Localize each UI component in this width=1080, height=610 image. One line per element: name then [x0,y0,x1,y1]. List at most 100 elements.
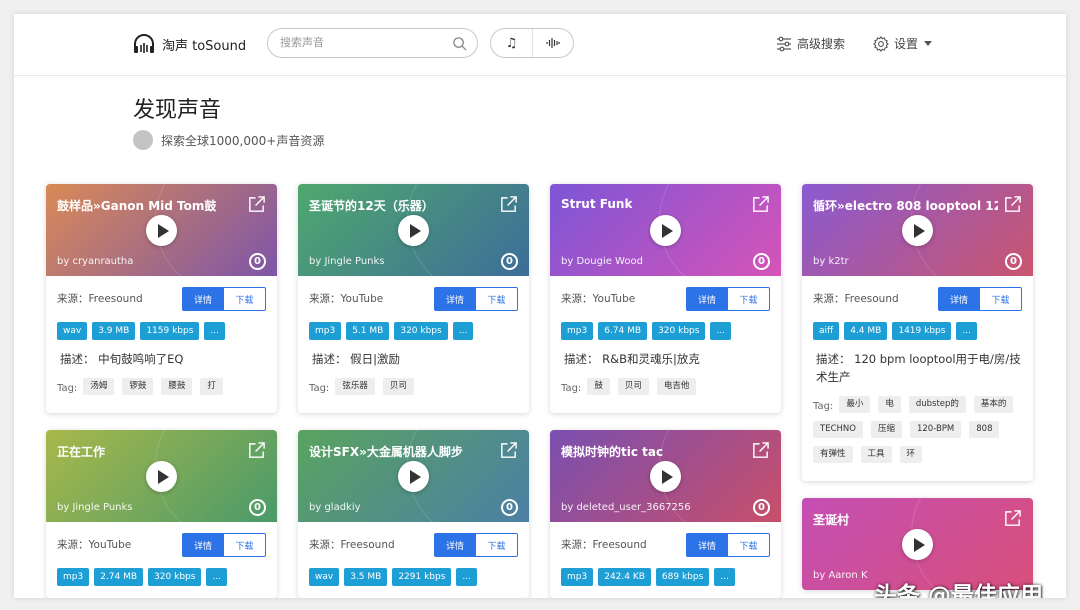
sound-card[interactable]: 正在工作 by Jingle Punks 0 来源：YouTube 详情 下载 mp3 2.7… [46,430,277,598]
card-author[interactable]: by k2tr [813,256,849,267]
sound-card[interactable]: 鼓样品»Ganon Mid Tom鼓 by cryanrautha 0 来源：Free… [46,184,277,413]
external-link-icon[interactable] [751,195,770,214]
card-author[interactable]: by Jingle Punks [57,502,133,513]
more-info-badge[interactable]: ... [956,322,978,340]
settings-menu[interactable]: 设置 [873,35,933,52]
card-author[interactable]: by Aaron K [813,570,868,581]
sound-card[interactable]: 圣诞节的12天（乐器） by Jingle Punks 0 来源：YouTube 详情下… [298,184,529,413]
sound-card[interactable]: 设计SFX»大金属机器人脚步 by gladkiy 0 来源：Freesound 详情下… [298,430,529,598]
tag-chip[interactable]: 808 [969,421,1000,438]
download-button[interactable]: 下载 [476,287,518,311]
play-button[interactable] [650,461,681,492]
more-info-badge[interactable]: ... [204,322,226,340]
external-link-icon[interactable] [499,195,518,214]
play-button[interactable] [146,215,177,246]
tag-chip[interactable]: TECHNO [813,421,863,438]
card-title[interactable]: 正在工作 [57,443,105,460]
detail-button[interactable]: 详情 [434,533,476,557]
card-author[interactable]: by cryanrautha [57,256,133,267]
detail-button[interactable]: 详情 [182,533,224,557]
card-meta-row: 来源：Freesound 详情 下载 [813,276,1022,318]
card-title[interactable]: Strut Funk [561,197,632,211]
source-text: 来源：Freesound [561,539,647,551]
more-info-badge[interactable]: ... [206,568,228,586]
download-button[interactable]: 下载 [728,287,770,311]
sound-card[interactable]: 循环»electro 808 looptool 120 by k2tr 0 来源：Fr… [802,184,1033,481]
tag-chip[interactable]: 工具 [860,446,892,463]
sound-mode-button[interactable] [531,29,573,57]
search-mode-toggle: ♫ [490,28,574,58]
play-button[interactable] [146,461,177,492]
card-title[interactable]: 圣诞节的12天（乐器） [309,197,434,214]
card-author[interactable]: by deleted_user_3667256 [561,502,691,513]
card-title[interactable]: 圣诞村 [813,511,849,528]
tag-chip[interactable]: 贝司 [617,378,649,395]
play-button[interactable] [902,215,933,246]
external-link-icon[interactable] [499,441,518,460]
tag-chip[interactable]: 120-BPM [909,421,962,438]
tag-chip[interactable]: 贝司 [382,378,414,395]
license-cc0-icon: 0 [249,253,266,270]
download-button[interactable]: 下载 [224,533,266,557]
search-input[interactable] [280,36,440,49]
sound-card[interactable]: Strut Funk by Dougie Wood 0 来源：YouTube 详情 下载 m… [550,184,781,413]
tag-chip[interactable]: 打 [200,378,223,395]
card-author[interactable]: by Dougie Wood [561,256,643,267]
external-link-icon[interactable] [247,441,266,460]
music-mode-button[interactable]: ♫ [491,29,532,57]
tag-chip[interactable]: 鼓 [587,378,610,395]
card-author[interactable]: by Jingle Punks [309,256,385,267]
card-banner: 设计SFX»大金属机器人脚步 by gladkiy 0 [298,430,529,522]
play-button[interactable] [398,461,429,492]
waveform-icon [546,38,560,48]
tag-chip[interactable]: 弦乐器 [335,378,375,395]
external-link-icon[interactable] [1003,195,1022,214]
download-button[interactable]: 下载 [476,533,518,557]
tag-chip[interactable]: dubstep的 [908,396,966,413]
tag-chip[interactable]: 腰鼓 [161,378,193,395]
tag-chip[interactable]: 有弹性 [813,446,853,463]
more-info-badge[interactable]: ... [714,568,735,586]
card-title[interactable]: 设计SFX»大金属机器人脚步 [309,443,463,460]
download-button[interactable]: 下载 [224,287,266,311]
tag-chip[interactable]: 电吉他 [656,378,697,395]
detail-button[interactable]: 详情 [938,287,980,311]
card-author[interactable]: by gladkiy [309,502,361,513]
tag-chip[interactable]: 锣鼓 [122,378,154,395]
external-link-icon[interactable] [247,195,266,214]
play-button[interactable] [902,529,933,560]
detail-button[interactable]: 详情 [434,287,476,311]
sliders-icon [777,36,791,51]
page-subtitle: 探索全球1000,000+声音资源 [133,130,324,150]
detail-button[interactable]: 详情 [686,287,728,311]
tag-chip[interactable]: 电 [878,396,901,413]
more-info-badge[interactable]: ... [710,322,732,340]
format-badge: 320 kbps [652,322,706,340]
tag-chip[interactable]: 基本的 [973,396,1014,413]
sound-card[interactable]: 模拟时钟的tic tac by deleted_user_3667256 0 来源：F… [550,430,781,598]
license-cc0-icon: 0 [501,499,518,516]
tag-chip[interactable]: 汤姆 [83,378,115,395]
advanced-search-link[interactable]: 高级搜索 [776,35,845,52]
card-title[interactable]: 鼓样品»Ganon Mid Tom鼓 [57,197,216,214]
external-link-icon[interactable] [751,441,770,460]
play-button[interactable] [650,215,681,246]
tag-chip[interactable]: 最小 [839,396,871,413]
more-info-badge[interactable]: ... [452,322,474,340]
download-button[interactable]: 下载 [728,533,770,557]
format-badges: mp3 2.74 MB 320 kbps... [57,568,266,586]
tag-chip[interactable]: 环 [899,446,923,463]
detail-button[interactable]: 详情 [182,287,224,311]
search-icon[interactable] [452,36,467,51]
card-meta-row: 来源：YouTube 详情 下载 [57,522,266,564]
tag-chip[interactable]: 压缩 [870,421,902,438]
more-info-badge[interactable]: ... [456,568,478,586]
external-link-icon[interactable] [1003,509,1022,528]
card-title[interactable]: 循环»electro 808 looptool 120 [813,197,998,214]
card-title[interactable]: 模拟时钟的tic tac [561,443,663,460]
download-button[interactable]: 下载 [980,287,1022,311]
detail-button[interactable]: 详情 [686,533,728,557]
play-icon [409,223,421,238]
logo[interactable]: 淘声 toSound [132,33,246,55]
play-button[interactable] [398,215,429,246]
